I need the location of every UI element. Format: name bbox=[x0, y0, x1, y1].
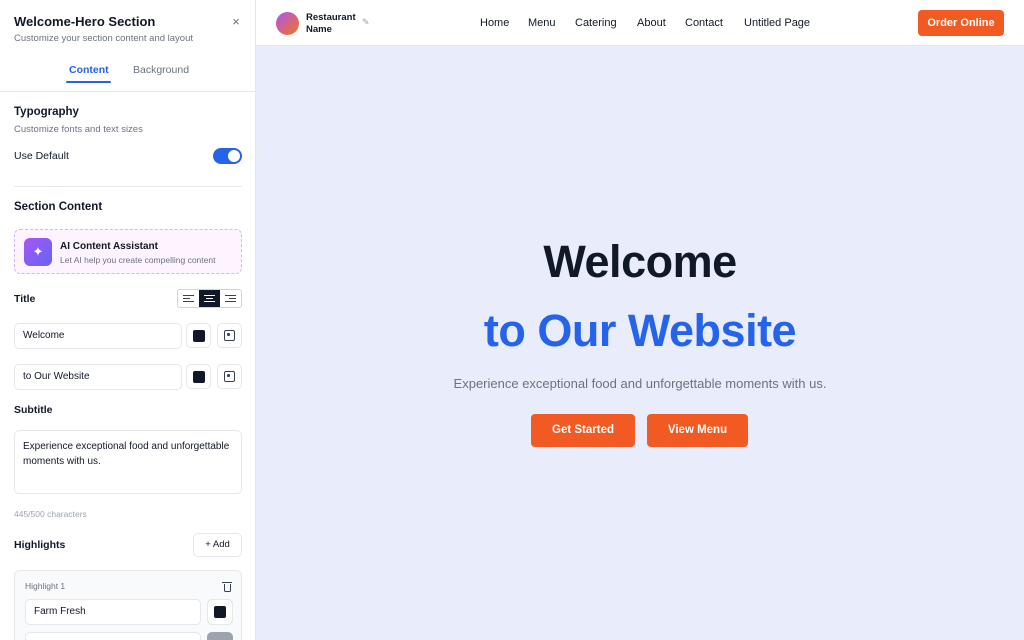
title-line-2-color-button[interactable] bbox=[186, 364, 211, 389]
color-swatch bbox=[214, 606, 226, 618]
hero-title-line-2: to Our Website bbox=[483, 305, 797, 356]
highlight-input[interactable]: Farm Fresh bbox=[25, 599, 201, 625]
subtitle-label: Subtitle bbox=[14, 404, 53, 416]
title-line-1-input[interactable]: Welcome bbox=[14, 323, 182, 349]
nav-link-menu[interactable]: Menu bbox=[528, 17, 556, 29]
sparkle-icon: ✦ bbox=[24, 238, 52, 266]
subtitle-textarea[interactable]: Experience exceptional food and unforget… bbox=[14, 430, 242, 494]
highlight-secondary-color-button[interactable] bbox=[207, 632, 233, 640]
logo[interactable] bbox=[276, 12, 299, 35]
ai-assistant-subtitle: Let AI help you create compelling conten… bbox=[60, 255, 216, 265]
panel-header: Welcome-Hero Section Customize your sect… bbox=[0, 0, 255, 92]
hero-title-line-1: Welcome bbox=[543, 236, 737, 287]
highlight-description-input[interactable] bbox=[25, 632, 201, 640]
title-alignment-group bbox=[177, 289, 242, 308]
nav-link-untitled-page[interactable]: Untitled Page bbox=[744, 17, 810, 29]
title-line-2-input[interactable]: to Our Website bbox=[14, 364, 182, 390]
highlights-label: Highlights bbox=[14, 539, 66, 551]
highlight-color-button[interactable] bbox=[207, 599, 233, 625]
add-highlight-button[interactable]: + Add bbox=[193, 533, 242, 557]
title-line-1-image-button[interactable] bbox=[217, 323, 242, 348]
typography-heading: Typography bbox=[14, 106, 79, 118]
site-navbar: Restaurant Name ✎ Home Menu Catering Abo… bbox=[256, 0, 1024, 46]
align-right-button[interactable] bbox=[220, 290, 241, 307]
get-started-button[interactable]: Get Started bbox=[531, 414, 635, 447]
site-preview: Restaurant Name ✎ Home Menu Catering Abo… bbox=[256, 0, 1024, 640]
nav-link-contact[interactable]: Contact bbox=[685, 17, 723, 29]
section-content-heading: Section Content bbox=[14, 201, 103, 213]
view-menu-button[interactable]: View Menu bbox=[647, 414, 748, 447]
panel-subtitle: Customize your section content and layou… bbox=[14, 33, 194, 44]
image-icon bbox=[224, 371, 235, 382]
title-line-1-color-button[interactable] bbox=[186, 323, 211, 348]
tab-background[interactable]: Background bbox=[133, 64, 189, 76]
panel-title: Welcome-Hero Section bbox=[14, 14, 156, 29]
color-swatch bbox=[193, 330, 205, 342]
highlight-label: Highlight 1 bbox=[25, 581, 66, 591]
title-line-2-image-button[interactable] bbox=[217, 364, 242, 389]
align-left-button[interactable] bbox=[178, 290, 199, 307]
ai-assistant-title: AI Content Assistant bbox=[60, 241, 158, 252]
use-default-label: Use Default bbox=[14, 150, 69, 162]
color-swatch bbox=[193, 371, 205, 383]
tab-content[interactable]: Content bbox=[69, 64, 109, 76]
image-icon bbox=[224, 330, 235, 341]
order-online-button[interactable]: Order Online bbox=[918, 10, 1004, 36]
hero-subtitle: Experience exceptional food and unforget… bbox=[453, 376, 827, 391]
toggle-knob bbox=[228, 150, 240, 162]
close-icon[interactable]: × bbox=[228, 14, 244, 30]
ai-content-assistant[interactable]: ✦ AI Content Assistant Let AI help you c… bbox=[14, 229, 242, 274]
section-divider bbox=[14, 186, 242, 187]
use-default-toggle[interactable] bbox=[213, 148, 242, 164]
align-center-button[interactable] bbox=[199, 290, 220, 307]
title-label: Title bbox=[14, 293, 36, 305]
brand-name[interactable]: Restaurant Name bbox=[306, 12, 362, 35]
highlight-card: Highlight 1 Farm Fresh bbox=[14, 570, 242, 640]
pencil-icon[interactable]: ✎ bbox=[362, 17, 370, 28]
active-tab-indicator bbox=[66, 81, 111, 83]
section-editor-panel: Welcome-Hero Section Customize your sect… bbox=[0, 0, 256, 640]
nav-link-home[interactable]: Home bbox=[480, 17, 509, 29]
trash-icon[interactable] bbox=[221, 580, 233, 593]
nav-link-about[interactable]: About bbox=[637, 17, 666, 29]
nav-link-catering[interactable]: Catering bbox=[575, 17, 617, 29]
character-count: 445/500 characters bbox=[14, 509, 87, 519]
typography-subtitle: Customize fonts and text sizes bbox=[14, 124, 143, 135]
